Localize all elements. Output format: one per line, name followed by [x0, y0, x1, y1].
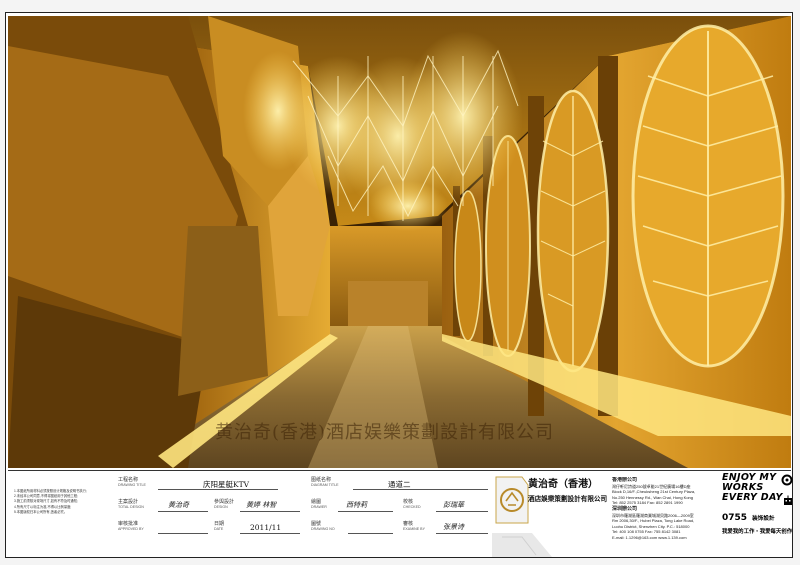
assist-sub: DESIGN	[214, 505, 228, 509]
drawing-no-label-group: 圖號 DRAWING NO	[311, 521, 335, 531]
drawing-notes: 1.本图纸所用材料必须按照设计规格及说明书执行; 2.未经本公司同意,不得将图纸…	[8, 471, 116, 557]
company-addresses: 香港辦公司 灣仔軒尼詩道250號卓能21世紀廣場16樓D座 Block D,16…	[612, 477, 722, 555]
company-logo: 黄治奇（香港） 酒店娛樂策劃設計有限公司	[492, 471, 612, 557]
diagram-underline	[353, 489, 488, 490]
checked-sub: CHECKED	[403, 505, 421, 509]
drawing-no-sub: DRAWING NO	[311, 527, 335, 531]
hk-office-title: 香港辦公司	[612, 477, 638, 483]
sz-line: E-mail: 1.1296@163.com www.1.139.com	[612, 534, 687, 540]
brand-slogan: 我爱我的工作・我爱每天创作	[722, 529, 793, 535]
assist-signature: 黄婷 林智	[246, 501, 277, 509]
approved-label-group: 审核批准 APPROVED BY	[118, 521, 144, 531]
checked-underline	[436, 511, 488, 512]
gear-icon	[781, 474, 793, 486]
project-sub: DRAWING TITLE	[118, 483, 146, 487]
assist-underline	[240, 511, 300, 512]
designer-sub: TOTAL DESIGN	[118, 505, 144, 509]
approved-underline	[158, 533, 208, 534]
examine-underline	[436, 533, 488, 534]
approved-sub: APPROVED BY	[118, 527, 144, 531]
sz-office-title: 深圳辦公司	[612, 505, 638, 512]
date-sub: DATE	[214, 527, 224, 531]
assist-label-group: 參與設計 DESIGN	[214, 499, 234, 509]
designer-underline	[158, 511, 208, 512]
diagram-label-group: 图纸名称 DIAGRAM TITLE	[311, 477, 339, 487]
checked-signature: 彭瑞華	[443, 501, 464, 509]
logo-name: 黄治奇（香港）	[528, 479, 598, 490]
brand-tag: 装饰設計	[752, 516, 775, 522]
drawer-sub: DRAWER	[311, 505, 327, 509]
title-block: 1.本图纸所用材料必须按照设计规格及说明书执行; 2.未经本公司同意,不得将图纸…	[8, 470, 794, 557]
examine-label-group: 審核 EXAMINE BY	[403, 521, 425, 531]
date-underline	[240, 533, 300, 534]
drawer-underline	[338, 511, 393, 512]
corridor-render-image	[8, 16, 791, 468]
brand-block: ENJOY MY WORKS EVERY DAY 0755 装饰設計 我爱我的工…	[722, 473, 794, 557]
brand-code-row: 0755 装饰設計	[722, 505, 794, 524]
note-line: 5.本图版权归本公司所有,违者必究。	[14, 509, 68, 514]
designer-signature: 黄治奇	[168, 501, 189, 509]
examine-sub: EXAMINE BY	[403, 527, 425, 531]
project-label-group: 工程名称 DRAWING TITLE	[118, 477, 146, 487]
robot-icon	[784, 495, 792, 505]
drawer-label-group: 繪圖 DRAWER	[311, 499, 327, 509]
brand-code: 0755	[722, 513, 748, 523]
logo-subtitle: 酒店娛樂策劃設計有限公司	[528, 495, 608, 503]
diagram-sub: DIAGRAM TITLE	[311, 483, 339, 487]
date-label-group: 日期 DATE	[214, 521, 224, 531]
designer-label-group: 主案設計 TOTAL DESIGN	[118, 499, 144, 509]
drawing-no-underline	[348, 533, 393, 534]
drawing-sheet: 黄治奇(香港)酒店娱樂策劃設計有限公司 1.本图纸所用材料必须按照设计规格及说明…	[0, 0, 800, 565]
checked-label-group: 校核 CHECKED	[403, 499, 421, 509]
date-value: 2011/11	[250, 523, 282, 532]
corridor-render-svg	[8, 16, 791, 468]
project-underline	[158, 489, 278, 490]
company-watermark: 黄治奇(香港)酒店娱樂策劃設計有限公司	[215, 422, 555, 443]
examine-signature: 张景诗	[443, 523, 464, 531]
drawer-signature: 西特莉	[346, 501, 367, 509]
title-grid: 工程名称 DRAWING TITLE 庆阳星艇KTV 图纸名称 DIAGRAM …	[118, 477, 490, 555]
